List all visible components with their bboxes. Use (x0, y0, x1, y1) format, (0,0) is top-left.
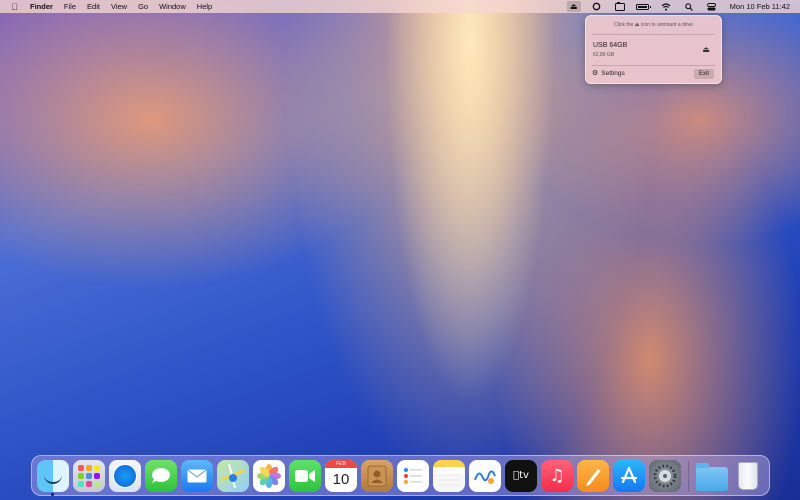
battery-icon[interactable] (636, 1, 652, 12)
dock-downloads-folder-icon[interactable] (696, 460, 728, 492)
dock-calendar-icon[interactable]: FEB 10 (325, 459, 357, 492)
menu-bar:  Finder File Edit View Go Window Help ⏏… (0, 0, 800, 13)
gear-icon: ⚙ (592, 70, 599, 77)
divider (592, 34, 715, 35)
dock: FEB 10 tv ♫ (31, 455, 770, 496)
dock-tv-icon[interactable]: tv (505, 459, 537, 492)
dock-system-settings-icon[interactable] (649, 459, 681, 492)
calendar-day: 10 (332, 470, 350, 488)
wifi-icon[interactable] (659, 1, 673, 12)
exit-button[interactable]: Exit (693, 69, 714, 79)
drive-name: USB 64GB (593, 42, 628, 49)
control-center-icon[interactable] (705, 1, 719, 12)
menu-clock[interactable]: Mon 10 Feb 11:42 (730, 2, 790, 11)
tv-logo: tv (513, 470, 529, 481)
dock-launchpad-icon[interactable] (73, 459, 105, 492)
divider (592, 65, 715, 66)
dock-app-store-icon[interactable] (613, 459, 645, 492)
settings-button[interactable]: ⚙ Settings (592, 69, 625, 78)
menu-edit[interactable]: Edit (87, 2, 100, 11)
dock-separator (688, 460, 689, 491)
menu-help[interactable]: Help (197, 2, 212, 11)
eject-icon[interactable]: ⏏ (566, 1, 581, 12)
dock-messages-icon[interactable] (145, 459, 177, 492)
settings-label: Settings (601, 69, 625, 77)
dock-contacts-icon[interactable] (361, 459, 393, 492)
menu-view[interactable]: View (111, 2, 127, 11)
dock-reminders-icon[interactable] (397, 459, 429, 492)
menu-go[interactable]: Go (138, 2, 148, 11)
dock-music-icon[interactable]: ♫ (541, 459, 573, 492)
eject-drive-button[interactable]: ⏏ (701, 44, 711, 54)
drive-size: 62,89 GB (593, 52, 615, 58)
menu-app-name[interactable]: Finder (30, 2, 53, 11)
search-icon[interactable] (682, 1, 696, 12)
dock-photos-icon[interactable] (253, 459, 285, 492)
apple-logo-icon[interactable]:  (10, 2, 19, 12)
dock-notes-icon[interactable] (433, 459, 465, 492)
running-indicator (51, 492, 54, 496)
dock-maps-icon[interactable] (217, 459, 249, 492)
menu-window[interactable]: Window (159, 2, 186, 11)
dock-mail-icon[interactable] (181, 459, 213, 492)
dock-facetime-icon[interactable] (289, 459, 321, 492)
dock-pages-icon[interactable] (577, 459, 609, 492)
calendar-month: FEB (325, 459, 357, 468)
dock-freeform-icon[interactable] (469, 459, 501, 492)
dock-trash-icon[interactable] (732, 460, 764, 492)
drive-eject-popover: Click the ⏏ icon to unmount a drive USB … (585, 15, 722, 84)
display-icon[interactable] (613, 1, 627, 12)
dock-safari-icon[interactable] (109, 459, 141, 492)
menu-file[interactable]: File (64, 2, 76, 11)
dock-finder-icon[interactable] (37, 459, 69, 496)
sync-icon[interactable] (590, 1, 604, 12)
popover-hint: Click the ⏏ icon to unmount a drive (614, 22, 693, 28)
